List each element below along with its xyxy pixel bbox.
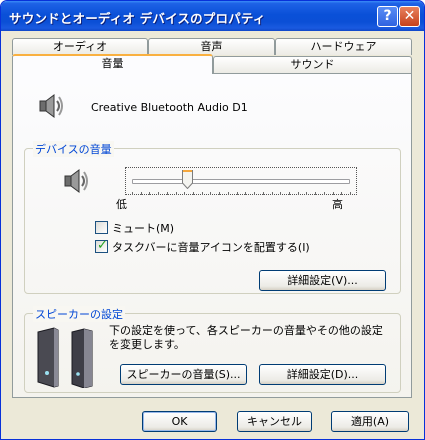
- slider-tick: [140, 192, 142, 195]
- slider-tick: [288, 192, 290, 195]
- slider-thumb[interactable]: [181, 170, 193, 190]
- slider-tick: [280, 192, 282, 195]
- cancel-button[interactable]: キャンセル: [237, 411, 312, 432]
- slider-tick: [271, 192, 273, 195]
- volume-high-label: 高: [332, 198, 343, 211]
- volume-tab-panel: Creative Bluetooth Audio D1 デバイスの音量 低 高 …: [12, 73, 412, 398]
- tab-hardware[interactable]: ハードウェア: [275, 38, 412, 55]
- slider-tick: [210, 192, 212, 195]
- speakers-icon: [37, 327, 93, 388]
- slider-tick: [306, 192, 308, 195]
- tab-voice[interactable]: 音声: [148, 38, 275, 55]
- speaker-description: 下の設定を使って、各スピーカーの音量やその他の設定を変更します。: [109, 324, 383, 351]
- taskbar-icon-checkbox[interactable]: ✓: [95, 238, 108, 253]
- apply-button[interactable]: 適用(A): [331, 411, 409, 432]
- speaker-icon: [39, 94, 63, 118]
- slider-tick: [158, 192, 160, 195]
- close-button[interactable]: ✕: [399, 6, 420, 27]
- tab-audio[interactable]: オーディオ: [12, 38, 148, 55]
- slider-tick: [132, 192, 133, 195]
- checkmark-icon: ✓: [97, 238, 108, 253]
- slider-tick: [193, 192, 195, 195]
- title-bar[interactable]: サウンドとオーディオ デバイスのプロパティ ? ✕: [1, 1, 424, 31]
- slider-ticks: [132, 192, 351, 196]
- slider-tick: [175, 192, 177, 195]
- volume-speaker-icon: [64, 169, 88, 193]
- slider-tick: [219, 192, 221, 195]
- volume-advanced-button[interactable]: 詳細設定(V)...: [259, 270, 386, 291]
- slider-tick: [236, 192, 238, 195]
- volume-low-label: 低: [116, 198, 127, 211]
- properties-window: サウンドとオーディオ デバイスのプロパティ ? ✕ オーディオ 音声 ハードウェ…: [0, 0, 425, 440]
- speaker-volume-button[interactable]: スピーカーの音量(S)...: [120, 364, 247, 385]
- slider-tick: [149, 192, 151, 195]
- slider-tick: [262, 192, 264, 195]
- device-name: Creative Bluetooth Audio D1: [91, 101, 248, 114]
- speaker-settings-group: スピーカーの設定 下の設定を使って、各スピーカーの音量やその他の設定を変更します…: [24, 306, 401, 393]
- help-button[interactable]: ?: [377, 6, 398, 27]
- slider-tick: [166, 192, 168, 195]
- slider-tick: [341, 192, 343, 195]
- tab-sounds[interactable]: サウンド: [213, 56, 412, 73]
- speaker-settings-title: スピーカーの設定: [33, 306, 125, 322]
- volume-slider[interactable]: [125, 167, 357, 195]
- ok-button[interactable]: OK: [142, 411, 217, 432]
- slider-tick: [227, 192, 229, 195]
- slider-tick: [350, 192, 351, 195]
- slider-tick: [332, 192, 334, 195]
- mute-label[interactable]: ミュート(M): [112, 220, 174, 236]
- slider-track: [132, 179, 350, 184]
- slider-tick: [245, 192, 247, 195]
- slider-tick: [323, 192, 325, 195]
- slider-tick: [201, 192, 203, 195]
- mute-checkbox[interactable]: [95, 221, 108, 234]
- slider-tick: [297, 192, 299, 195]
- device-volume-title: デバイスの音量: [33, 141, 114, 157]
- tab-volume[interactable]: 音量: [12, 54, 213, 74]
- taskbar-icon-label[interactable]: タスクバーに音量アイコンを配置する(I): [112, 239, 310, 255]
- slider-tick: [254, 192, 256, 195]
- window-title: サウンドとオーディオ デバイスのプロパティ: [9, 11, 266, 26]
- slider-tick: [315, 192, 317, 195]
- device-volume-group: デバイスの音量 低 高 ミュート(M) ✓ タスクバーに音量アイコンを配置する(…: [24, 141, 401, 294]
- speaker-advanced-button[interactable]: 詳細設定(D)...: [259, 364, 386, 385]
- slider-tick: [184, 192, 186, 195]
